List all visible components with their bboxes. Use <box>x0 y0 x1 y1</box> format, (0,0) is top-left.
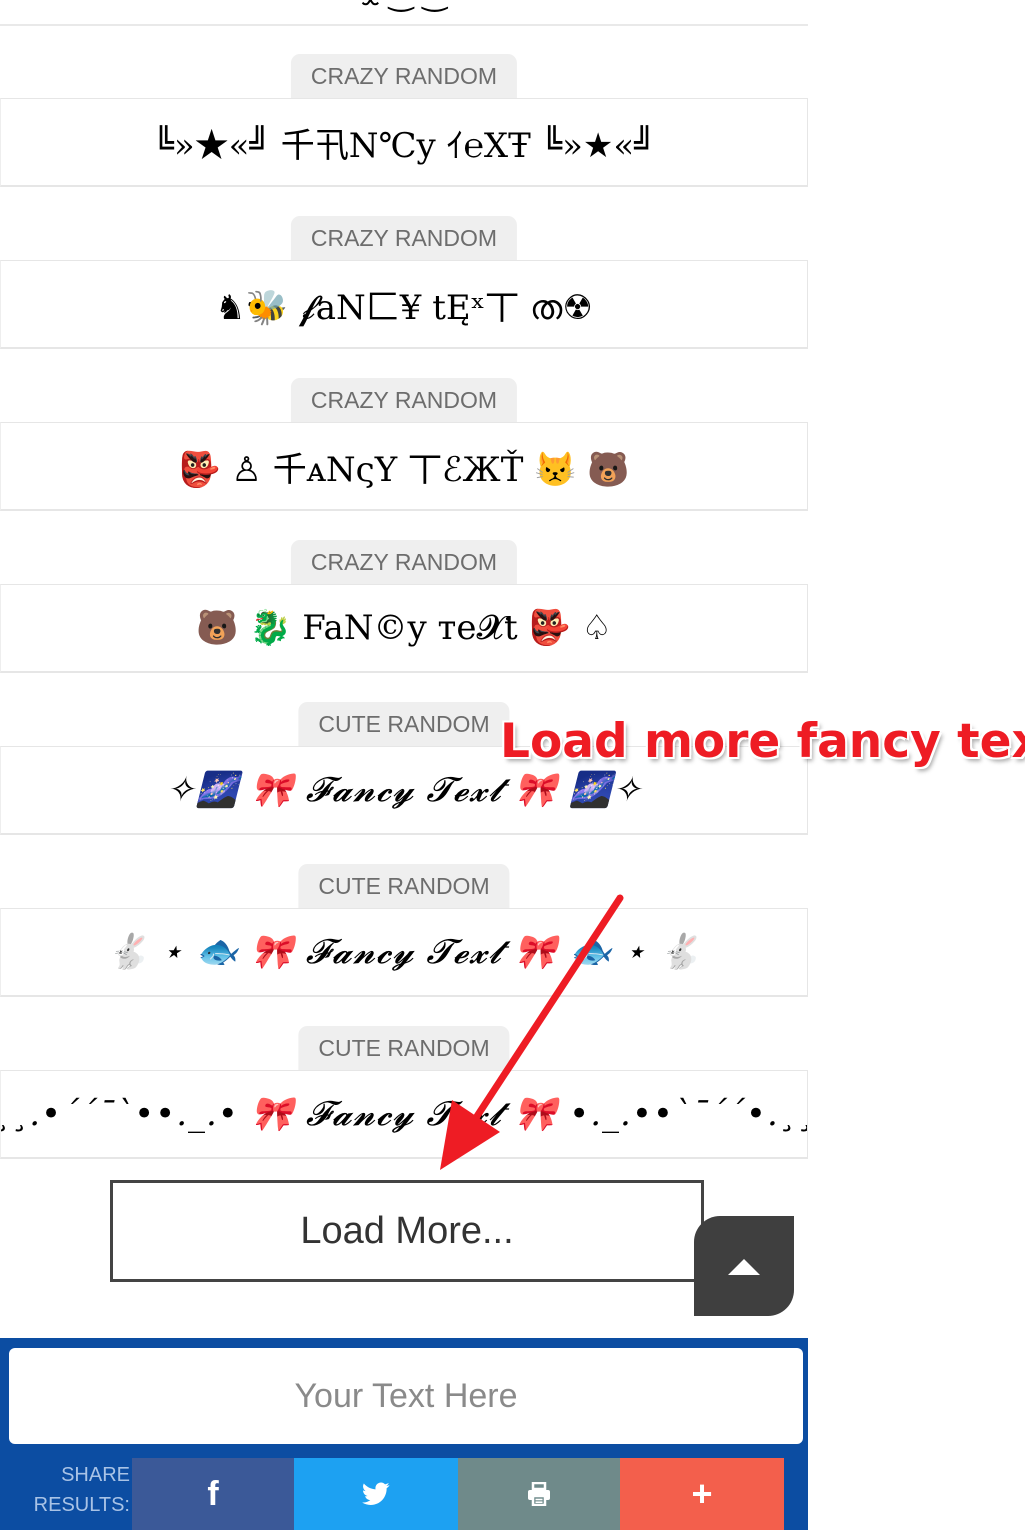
result-entry: CUTE RANDOM 🐇 ⋆ 🐟 🎀 𝓕𝓪𝓷𝓬𝔂 𝓣𝓮𝔁𝓽 🎀 🐟 ⋆ 🐇 <box>0 864 808 1026</box>
print-icon <box>528 1482 550 1506</box>
style-tag: CRAZY RANDOM <box>290 216 518 260</box>
fancy-text-result[interactable]: ╚»★«╝ 千卂N℃y ｲ℮XŦ ╚»★«╝ <box>0 98 808 187</box>
scroll-to-top-button[interactable] <box>694 1216 794 1316</box>
result-entry: CRAZY RANDOM 🐻 🐉 FaN©y ᴛe𝓧t 👺 ♤ <box>0 540 808 702</box>
style-tag: CUTE RANDOM <box>298 864 510 908</box>
fancy-text-result[interactable]: `•.¸¸.•´´¯`••._.• 🎀 𝓕𝓪𝓷𝓬𝔂 𝓣𝓮𝔁𝓽 🎀 •._.••`… <box>0 1070 808 1159</box>
style-tag: CRAZY RANDOM <box>290 54 518 98</box>
style-tag: CRAZY RANDOM <box>290 540 518 584</box>
plus-icon: + <box>691 1473 713 1514</box>
fancy-text-result[interactable]: 🐇 ⋆ 🐟 🎀 𝓕𝓪𝓷𝓬𝔂 𝓣𝓮𝔁𝓽 🎀 🐟 ⋆ 🐇 <box>0 908 808 997</box>
share-results-label: SHARE RESULTS: <box>0 1460 130 1520</box>
footer-bar: SHARE RESULTS: f + <box>0 1338 808 1530</box>
annotation-label: Load more fancy text <box>500 714 1025 769</box>
share-label-line1: SHARE <box>61 1464 130 1486</box>
fancy-text-result[interactable]: ♞🐝 𝓯aN匚¥ tĘˣ丅 ത☢ <box>0 260 808 349</box>
share-facebook-button[interactable]: f <box>132 1458 294 1530</box>
twitter-icon <box>362 1482 390 1505</box>
result-entry: CUTE RANDOM `•.¸¸.•´´¯`••._.• 🎀 𝓕𝓪𝓷𝓬𝔂 𝓣𝓮… <box>0 1026 808 1188</box>
style-tag: CUTE RANDOM <box>298 1026 510 1070</box>
share-twitter-button[interactable] <box>294 1458 458 1530</box>
result-entry: CRAZY RANDOM 👺 ♙ 千ᴀNςY 丅ℰЖŤ 😾 🐻 <box>0 378 808 540</box>
share-more-button[interactable]: + <box>620 1458 784 1530</box>
share-print-button[interactable] <box>458 1458 620 1530</box>
style-tag: CRAZY RANDOM <box>290 378 518 422</box>
fancy-text-result[interactable]: 🐻 🐉 FaN©y ᴛe𝓧t 👺 ♤ <box>0 584 808 673</box>
partial-result-box[interactable]: ᴥ ‿ ‿ <box>0 0 808 26</box>
partial-result-text: ᴥ ‿ ‿ <box>0 0 808 13</box>
text-input-field[interactable] <box>9 1348 803 1444</box>
result-entry: CRAZY RANDOM ♞🐝 𝓯aN匚¥ tĘˣ丅 ത☢ <box>0 216 808 378</box>
facebook-icon: f <box>207 1474 219 1513</box>
load-more-button[interactable]: Load More... <box>110 1180 704 1282</box>
arrow-up-icon <box>728 1259 760 1275</box>
style-tag: CUTE RANDOM <box>298 702 510 746</box>
share-label-line2: RESULTS: <box>33 1494 130 1516</box>
result-entry: CRAZY RANDOM ╚»★«╝ 千卂N℃y ｲ℮XŦ ╚»★«╝ <box>0 54 808 216</box>
fancy-text-result[interactable]: 👺 ♙ 千ᴀNςY 丅ℰЖŤ 😾 🐻 <box>0 422 808 511</box>
